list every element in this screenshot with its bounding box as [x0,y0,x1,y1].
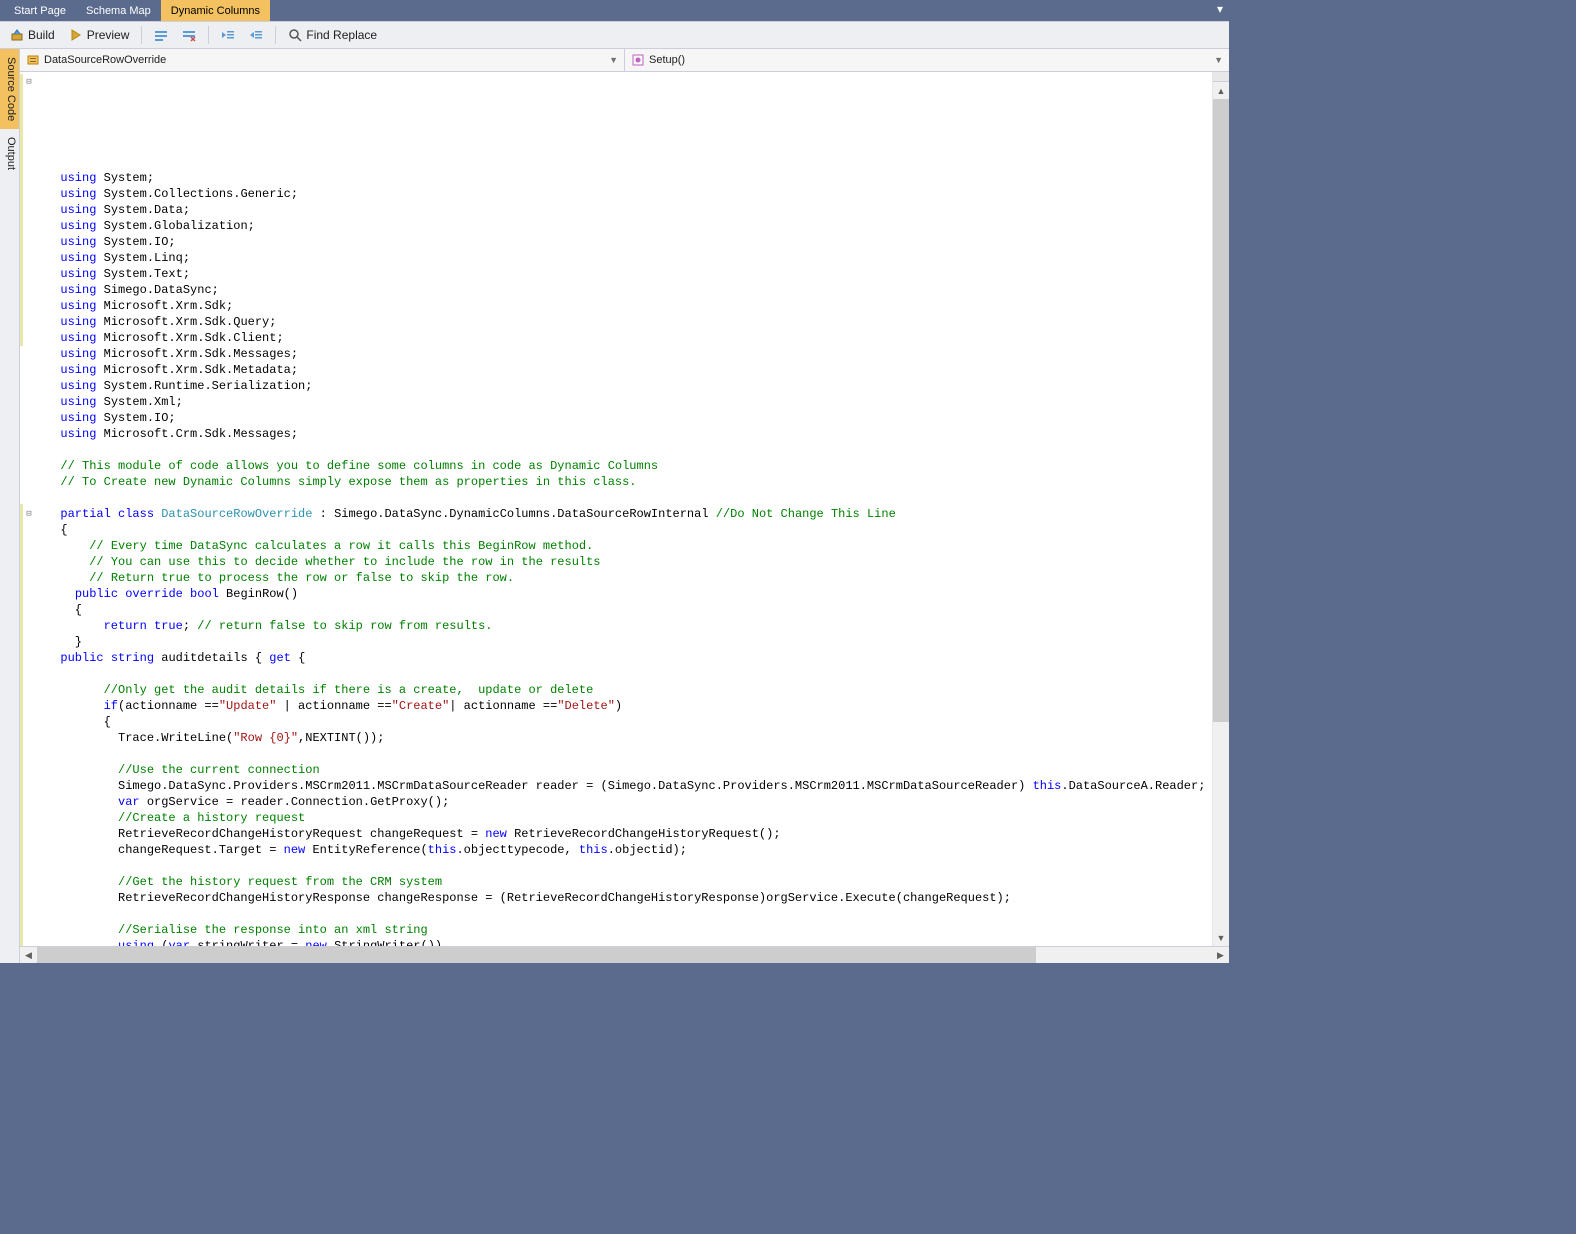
uncomment-button[interactable] [176,26,202,44]
side-panel-tabs: Source Code Output [0,49,20,963]
toolbar-separator [141,26,142,44]
toolbar-separator [275,26,276,44]
side-tab-output[interactable]: Output [0,129,19,178]
toolbar: Build Preview [0,21,1229,49]
method-icon [631,53,645,67]
change-marker [20,504,23,946]
class-icon [26,53,40,67]
editor-tabs: Start Page Schema Map Dynamic Columns ▾ [0,0,1229,21]
fold-toggle[interactable]: ⊟ [24,74,34,90]
build-icon [10,28,24,42]
find-label: Find Replace [306,28,377,42]
preview-button[interactable]: Preview [63,26,136,44]
scroll-thumb[interactable] [1213,99,1229,722]
scroll-up-arrow[interactable]: ▲ [1213,82,1229,99]
scroll-right-arrow[interactable]: ▶ [1212,947,1229,964]
code-editor[interactable]: ⊟ ⊟ using System; using System.Collectio… [20,72,1229,946]
indent-button[interactable] [243,26,269,44]
preview-label: Preview [87,28,130,42]
tab-schema-map[interactable]: Schema Map [76,0,161,21]
change-marker [20,74,23,346]
class-name-label: DataSourceRowOverride [44,54,166,66]
toolbar-separator [208,26,209,44]
tab-overflow-button[interactable]: ▾ [1211,0,1229,21]
build-label: Build [28,28,55,42]
scroll-down-arrow[interactable]: ▼ [1213,929,1229,946]
outdent-button[interactable] [215,26,241,44]
build-button[interactable]: Build [4,26,61,44]
preview-icon [69,28,83,42]
find-button[interactable]: Find Replace [282,26,383,44]
comment-button[interactable] [148,26,174,44]
indent-icon [249,28,263,42]
chevron-down-icon: ▼ [1214,55,1223,65]
tab-dynamic-columns[interactable]: Dynamic Columns [161,0,270,21]
chevron-down-icon: ▼ [609,55,618,65]
split-handle[interactable] [1213,72,1229,82]
comment-icon [154,28,168,42]
side-tab-source[interactable]: Source Code [0,49,19,129]
vertical-scrollbar[interactable]: ▲ ▼ [1212,72,1229,946]
scroll-thumb[interactable] [37,947,1036,964]
scroll-left-arrow[interactable]: ◀ [20,947,37,964]
search-icon [288,28,302,42]
fold-toggle[interactable]: ⊟ [24,506,34,522]
uncomment-icon [182,28,196,42]
member-nav: DataSourceRowOverride ▼ Setup() ▼ [20,49,1229,72]
tab-start-page[interactable]: Start Page [4,0,76,21]
method-name-label: Setup() [649,54,685,66]
outdent-icon [221,28,235,42]
method-dropdown[interactable]: Setup() ▼ [625,49,1229,71]
class-dropdown[interactable]: DataSourceRowOverride ▼ [20,49,625,71]
horizontal-scrollbar[interactable]: ◀ ▶ [20,946,1229,963]
